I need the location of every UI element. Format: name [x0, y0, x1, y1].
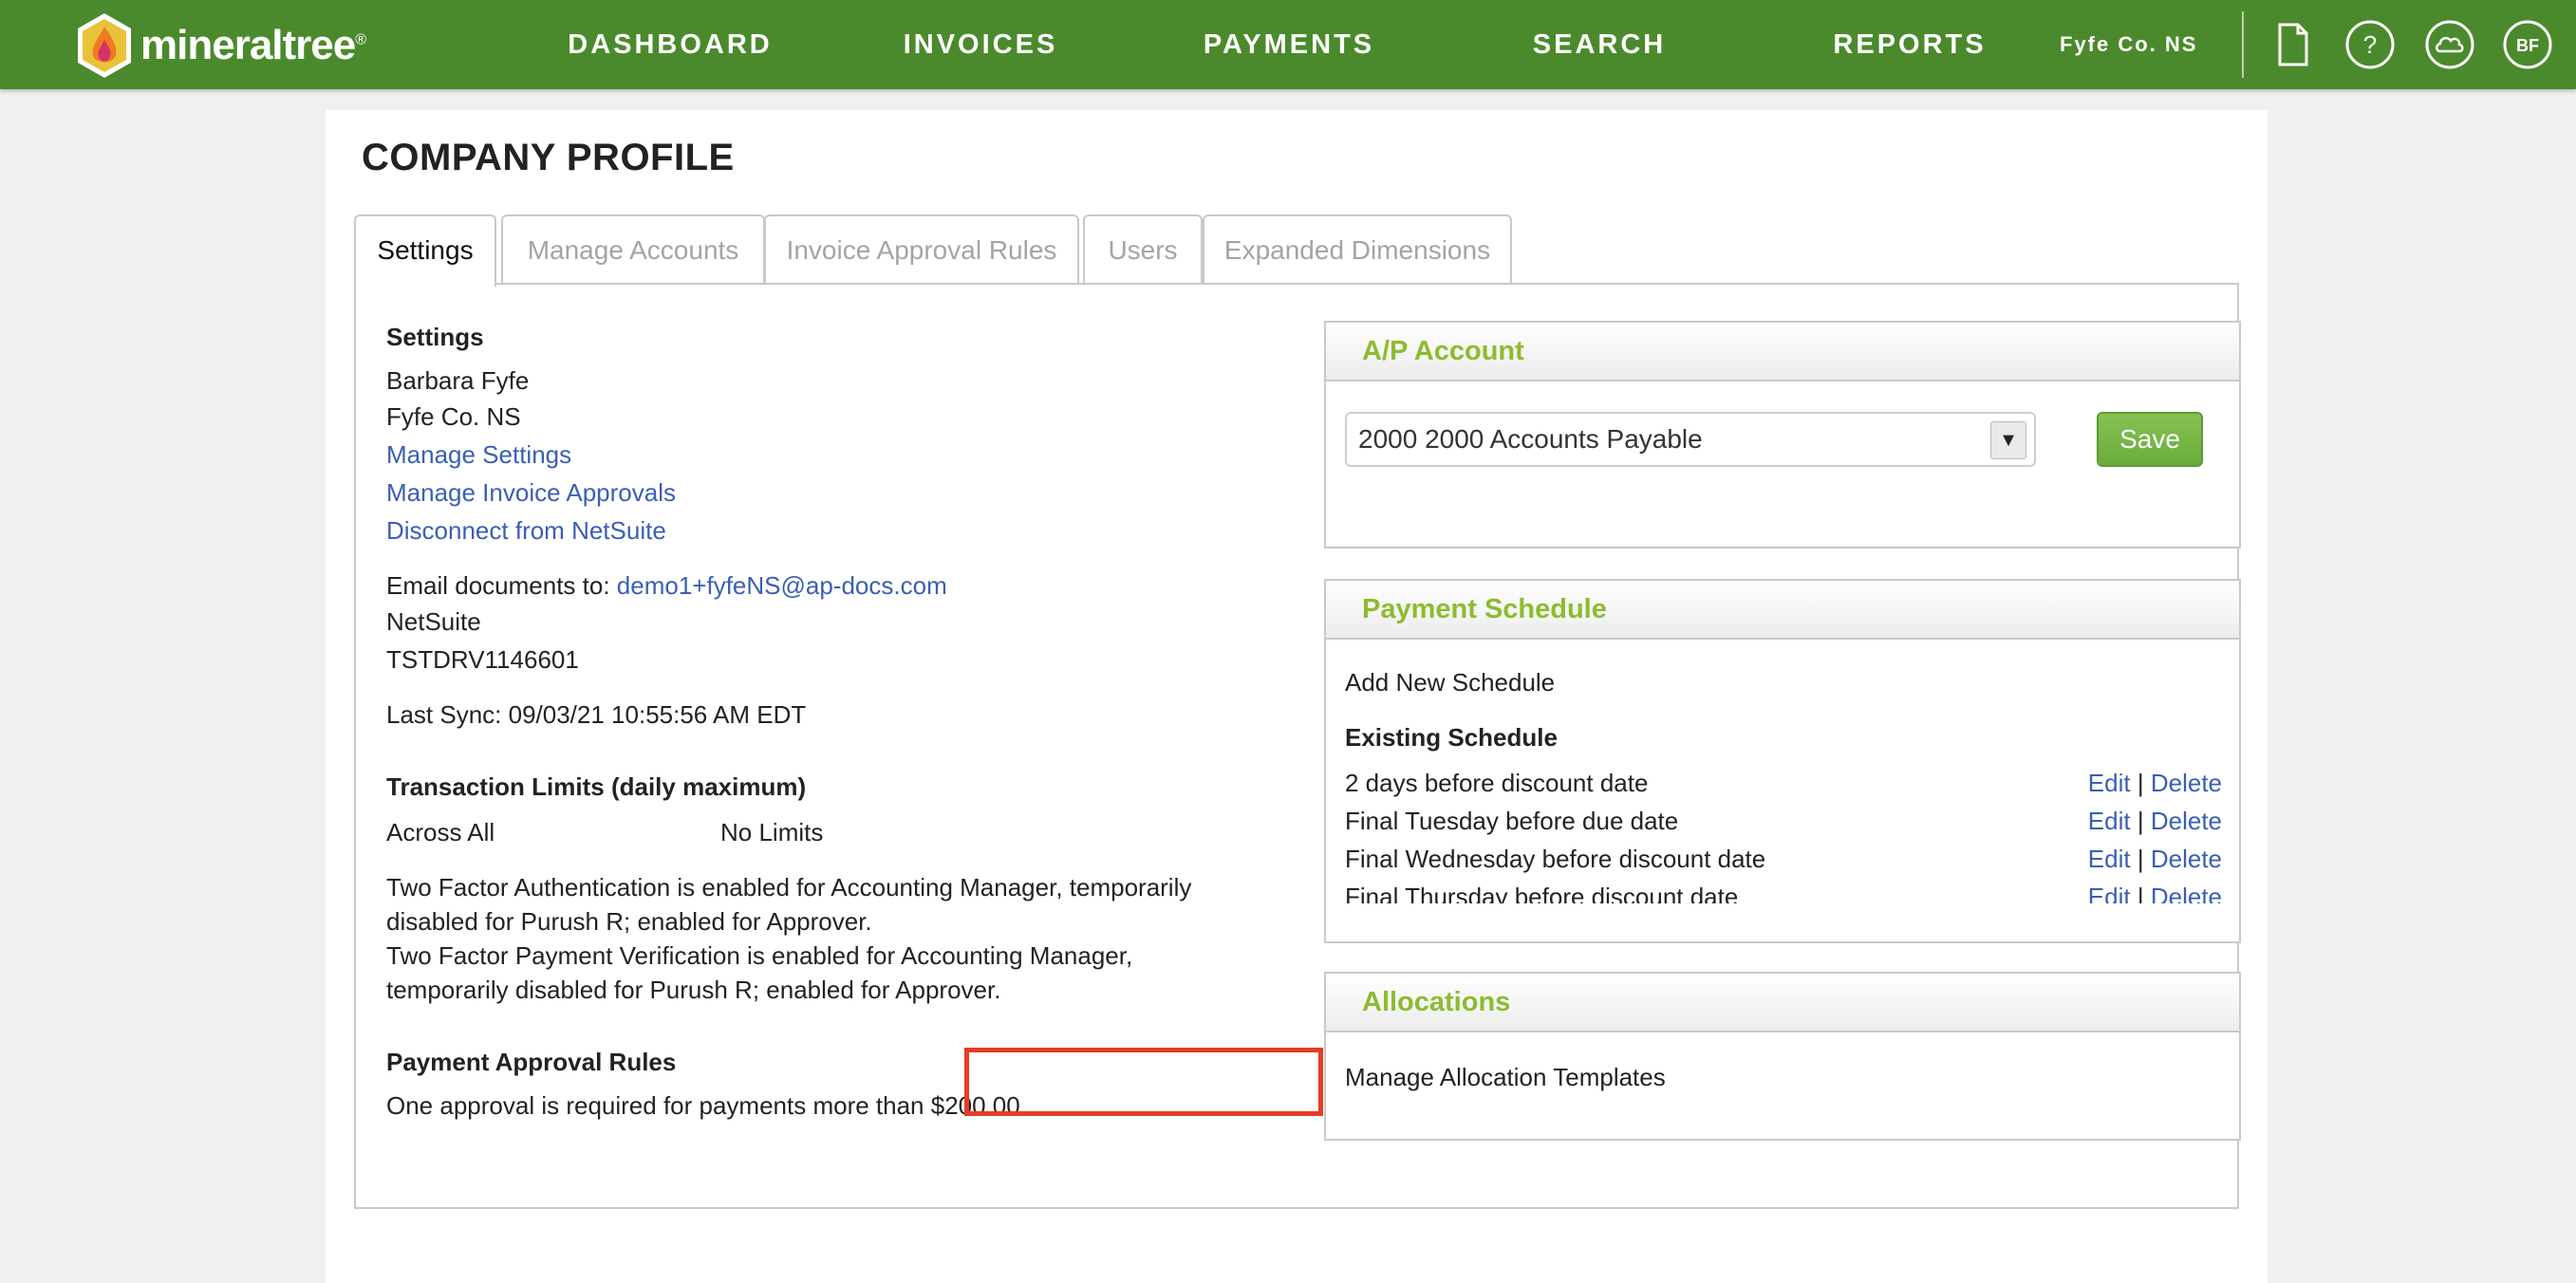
- last-sync: Last Sync: 09/03/21 10:55:56 AM EDT: [386, 700, 807, 729]
- tab-users[interactable]: Users: [1083, 214, 1203, 283]
- settings-heading: Settings: [386, 323, 484, 351]
- svg-text:?: ?: [2363, 30, 2377, 59]
- cloud-icon[interactable]: [2424, 19, 2475, 70]
- ap-account-select[interactable]: 2000 2000 Accounts Payable ▼: [1345, 412, 2036, 467]
- document-icon[interactable]: [2267, 19, 2318, 70]
- email-documents-row: Email documents to: demo1+fyfeNS@ap-docs…: [386, 571, 947, 601]
- schedule-row: Final Tuesday before due date Edit | Del…: [1345, 807, 2222, 836]
- nav-dashboard[interactable]: DASHBOARD: [556, 0, 784, 89]
- tab-manage-accounts[interactable]: Manage Accounts: [501, 214, 765, 283]
- manage-allocation-templates-link[interactable]: Manage Allocation Templates: [1345, 1063, 1666, 1092]
- ap-account-selected: 2000 2000 Accounts Payable: [1358, 424, 1703, 454]
- payment-approval-text: One approval is required for payments mo…: [386, 1091, 1027, 1120]
- schedule-row: Final Wednesday before discount date Edi…: [1345, 845, 2222, 874]
- allocations-heading: Allocations: [1326, 974, 2239, 1032]
- transaction-limits-heading: Transaction Limits (daily maximum): [386, 772, 807, 801]
- tab-expanded-dimensions[interactable]: Expanded Dimensions: [1203, 214, 1512, 283]
- save-button[interactable]: Save: [2097, 412, 2203, 467]
- schedule-row: Final Thursday before discount date Edit…: [1345, 883, 2222, 903]
- email-label: Email documents to:: [386, 571, 610, 600]
- top-nav-bar: mineraltree® DASHBOARD INVOICES PAYMENTS…: [0, 0, 2576, 89]
- ap-account-panel: A/P Account 2000 2000 Accounts Payable ▼…: [1324, 321, 2241, 549]
- highlight-box: [964, 1048, 1323, 1116]
- company-name: Fyfe Co. NS: [386, 402, 521, 431]
- existing-schedule-heading: Existing Schedule: [1345, 723, 1558, 752]
- user-name: Barbara Fyfe: [386, 366, 530, 395]
- two-factor-line-3: Two Factor Payment Verification is enabl…: [386, 941, 1133, 970]
- account-id: TSTDRV1146601: [386, 645, 579, 674]
- schedule-name: 2 days before discount date: [1345, 769, 1649, 797]
- separator: |: [2137, 845, 2144, 873]
- separator: |: [2137, 807, 2144, 835]
- manage-invoice-approvals-link[interactable]: Manage Invoice Approvals: [386, 478, 676, 508]
- nav-invoices[interactable]: INVOICES: [871, 0, 1090, 89]
- delete-schedule-link[interactable]: Delete: [2151, 883, 2222, 903]
- tab-settings[interactable]: Settings: [354, 214, 496, 287]
- two-factor-line-1: Two Factor Authentication is enabled for…: [386, 873, 1192, 902]
- avatar[interactable]: BF: [2502, 19, 2553, 70]
- nav-reports[interactable]: REPORTS: [1824, 0, 1995, 89]
- edit-schedule-link[interactable]: Edit: [2088, 883, 2131, 903]
- payment-schedule-panel: Payment Schedule Add New Schedule Existi…: [1324, 579, 2241, 943]
- help-icon[interactable]: ?: [2344, 19, 2396, 70]
- ap-account-heading: A/P Account: [1326, 323, 2239, 381]
- mineraltree-logo[interactable]: mineraltree®: [74, 11, 366, 80]
- nav-payments[interactable]: PAYMENTS: [1185, 0, 1393, 89]
- delete-schedule-link[interactable]: Delete: [2151, 769, 2222, 797]
- delete-schedule-link[interactable]: Delete: [2151, 807, 2222, 835]
- delete-schedule-link[interactable]: Delete: [2151, 845, 2222, 873]
- logo-flame-icon: [78, 13, 131, 78]
- payment-approval-heading: Payment Approval Rules: [386, 1048, 677, 1076]
- manage-settings-link[interactable]: Manage Settings: [386, 440, 571, 470]
- limits-value: No Limits: [720, 818, 824, 846]
- limits-label: Across All: [386, 818, 495, 846]
- email-address-link[interactable]: demo1+fyfeNS@ap-docs.com: [617, 571, 947, 600]
- two-factor-line-2: disabled for Purush R; enabled for Appro…: [386, 907, 872, 936]
- separator: |: [2137, 769, 2144, 797]
- separator: |: [2137, 883, 2144, 903]
- schedule-row: 2 days before discount date Edit | Delet…: [1345, 769, 2222, 798]
- company-switcher[interactable]: Fyfe Co. NS: [2060, 0, 2197, 89]
- header-divider: [2242, 11, 2244, 78]
- edit-schedule-link[interactable]: Edit: [2088, 845, 2131, 873]
- nav-search[interactable]: SEARCH: [1519, 0, 1680, 89]
- payment-schedule-heading: Payment Schedule: [1326, 581, 2239, 640]
- page-title: COMPANY PROFILE: [362, 137, 735, 178]
- svg-text:BF: BF: [2516, 36, 2539, 55]
- brand-name: mineraltree®: [140, 22, 366, 68]
- add-new-schedule-link[interactable]: Add New Schedule: [1345, 668, 1555, 697]
- chevron-down-icon[interactable]: ▼: [1990, 421, 2026, 459]
- tab-invoice-approval-rules[interactable]: Invoice Approval Rules: [764, 214, 1079, 283]
- schedule-name: Final Tuesday before due date: [1345, 807, 1679, 835]
- disconnect-netsuite-link[interactable]: Disconnect from NetSuite: [386, 516, 666, 546]
- allocations-panel: Allocations Manage Allocation Templates: [1324, 972, 2241, 1141]
- schedule-name: Final Thursday before discount date: [1345, 883, 1739, 903]
- erp-name: NetSuite: [386, 607, 481, 636]
- two-factor-line-4: temporarily disabled for Purush R; enabl…: [386, 976, 1001, 1004]
- edit-schedule-link[interactable]: Edit: [2088, 769, 2131, 797]
- schedule-name: Final Wednesday before discount date: [1345, 845, 1766, 873]
- edit-schedule-link[interactable]: Edit: [2088, 807, 2131, 835]
